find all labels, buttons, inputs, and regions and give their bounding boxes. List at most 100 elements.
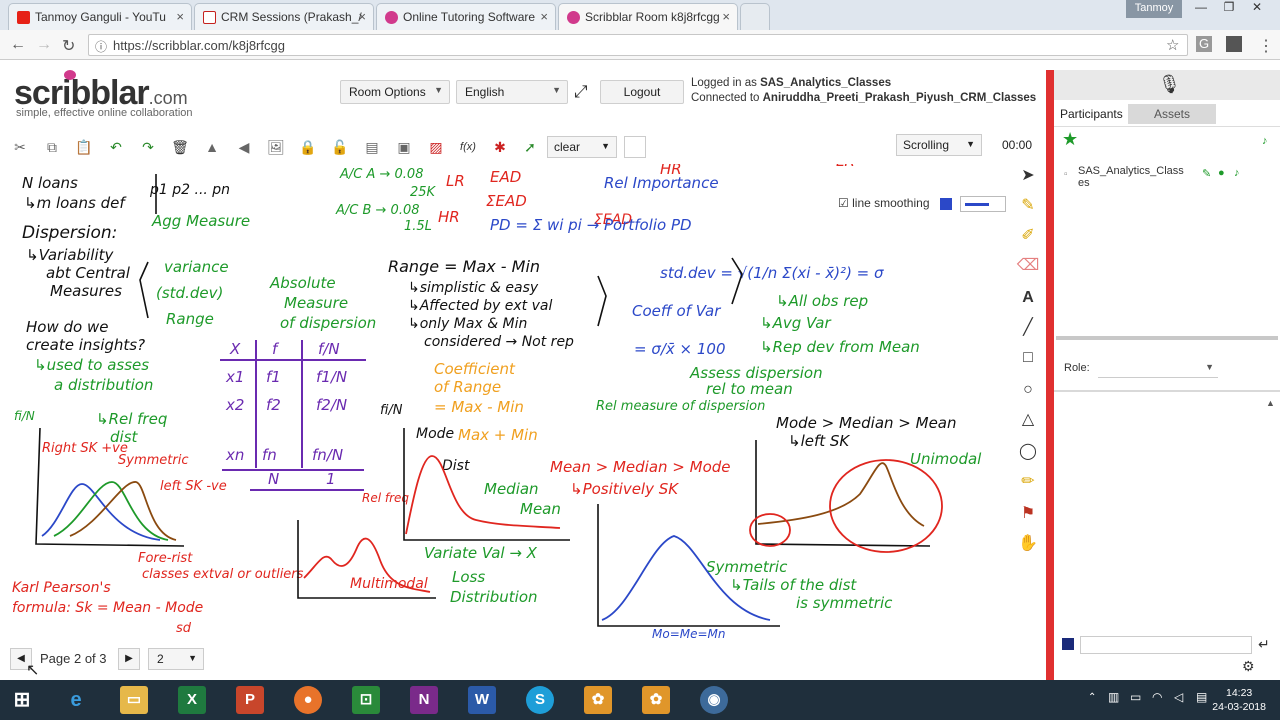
- undo-icon[interactable]: ↶: [106, 137, 126, 157]
- pencil-icon[interactable]: ✎: [1202, 167, 1211, 180]
- system-clock[interactable]: 14:23 24-03-2018: [1212, 686, 1266, 714]
- close-icon[interactable]: ×: [176, 9, 184, 24]
- ellipse-tool-icon[interactable]: ◯: [1016, 440, 1040, 464]
- logout-button[interactable]: Logout: [600, 80, 684, 104]
- text-tool-icon[interactable]: A: [1016, 286, 1040, 310]
- tab-gmail[interactable]: CRM Sessions (Prakash_/ ×: [194, 3, 374, 30]
- graph-icon[interactable]: ✱: [490, 137, 510, 157]
- image-icon[interactable]: 🖼: [266, 137, 286, 157]
- word-icon[interactable]: W: [468, 686, 496, 714]
- chat-icon[interactable]: ●: [1218, 167, 1225, 179]
- menu-icon[interactable]: ⋮: [1258, 36, 1274, 56]
- eraser-icon[interactable]: ⌫: [1016, 254, 1040, 278]
- stamp-icon[interactable]: ⚑: [1016, 502, 1040, 526]
- send-back-icon[interactable]: ◀: [234, 137, 254, 157]
- fullscreen-icon[interactable]: ⤢: [574, 82, 588, 102]
- tab-youtube[interactable]: Tanmoy Ganguli - YouTu ×: [8, 3, 192, 30]
- highlighter-icon[interactable]: ✏: [1016, 470, 1040, 494]
- paste-icon[interactable]: 📋: [74, 137, 94, 157]
- forward-icon[interactable]: →: [36, 36, 52, 54]
- color-swatch[interactable]: [624, 136, 646, 158]
- triangle-tool-icon[interactable]: △: [1016, 408, 1040, 432]
- reload-icon[interactable]: ↻: [62, 36, 75, 56]
- equation-icon[interactable]: f(x): [458, 137, 478, 157]
- wifi-icon[interactable]: ◠: [1152, 690, 1162, 704]
- rectangle-tool-icon[interactable]: □: [1016, 346, 1040, 370]
- screenshot-icon[interactable]: ▣: [394, 137, 414, 157]
- scroll-mode-dropdown[interactable]: Scrolling ▼: [896, 134, 982, 156]
- language-dropdown[interactable]: English ▼: [456, 80, 568, 104]
- close-window-icon[interactable]: ✕: [1242, 0, 1272, 18]
- store-icon[interactable]: ⊡: [352, 686, 380, 714]
- minimize-icon[interactable]: —: [1186, 0, 1216, 18]
- powerpoint-icon[interactable]: P: [236, 686, 264, 714]
- battery-icon[interactable]: ▭: [1130, 690, 1141, 704]
- pan-hand-icon[interactable]: ✋: [1016, 532, 1040, 556]
- circle-tool-icon[interactable]: ○: [1016, 378, 1040, 402]
- pointer-icon[interactable]: ➚: [520, 137, 540, 157]
- back-icon[interactable]: ←: [10, 36, 26, 54]
- bring-front-icon[interactable]: ▲: [202, 137, 222, 157]
- tab-scribblar-room[interactable]: Scribblar Room k8j8rfcgg ×: [558, 3, 738, 30]
- chat-color-swatch[interactable]: [1062, 638, 1074, 650]
- delete-icon[interactable]: 🗑: [170, 137, 190, 157]
- scrollbar[interactable]: [1056, 336, 1278, 340]
- note-text: ↳Variability: [26, 246, 114, 264]
- stroke-color-swatch[interactable]: [940, 198, 952, 210]
- redo-icon[interactable]: ↷: [138, 137, 158, 157]
- pencil-icon[interactable]: ✎: [1016, 194, 1040, 218]
- unlock-icon[interactable]: 🔓: [330, 137, 350, 157]
- copy-icon[interactable]: ⧉: [42, 137, 62, 157]
- skype-icon[interactable]: S: [526, 686, 554, 714]
- network-icon[interactable]: ▥: [1108, 690, 1119, 704]
- extension-icon[interactable]: [1226, 36, 1242, 52]
- profile-button[interactable]: Tanmoy: [1126, 0, 1182, 18]
- url-input[interactable]: ⓘ https://scribblar.com/k8j8rfcgg: [88, 34, 1188, 56]
- microphone-icon[interactable]: ♪: [1234, 167, 1240, 179]
- microphone-icon[interactable]: 🎙: [1158, 74, 1181, 95]
- app-icon[interactable]: ✿: [584, 686, 612, 714]
- bookmark-star-icon[interactable]: ☆: [1166, 36, 1179, 54]
- room-options-dropdown[interactable]: Room Options ▼: [340, 80, 450, 104]
- chat-input[interactable]: [1080, 636, 1252, 654]
- excel-icon[interactable]: X: [178, 686, 206, 714]
- firefox-icon[interactable]: ●: [294, 686, 322, 714]
- gear-icon[interactable]: ⚙: [1242, 658, 1255, 675]
- chevron-up-icon[interactable]: ⌃: [1088, 692, 1096, 703]
- extension-icon[interactable]: G: [1196, 36, 1212, 52]
- participant-name[interactable]: SAS_Analytics_Classes: [1078, 165, 1188, 189]
- windows-start-icon[interactable]: ⊞: [8, 686, 36, 714]
- clear-dropdown[interactable]: clear ▼: [547, 136, 617, 158]
- keyboard-icon[interactable]: ▤: [1196, 690, 1207, 704]
- new-tab-button[interactable]: [740, 3, 770, 30]
- tab-assets[interactable]: Assets: [1128, 104, 1216, 124]
- onenote-icon[interactable]: N: [410, 686, 438, 714]
- pdf-icon[interactable]: ▨: [426, 137, 446, 157]
- restore-icon[interactable]: ❐: [1214, 0, 1244, 18]
- tab-participants[interactable]: Participants: [1054, 104, 1129, 124]
- line-smoothing-control[interactable]: ☑ line smoothing: [838, 196, 930, 210]
- close-icon[interactable]: ×: [540, 9, 548, 24]
- app-icon[interactable]: ✿: [642, 686, 670, 714]
- checkbox-icon[interactable]: ☑: [838, 196, 849, 210]
- line-tool-icon[interactable]: ╱: [1016, 316, 1040, 340]
- send-icon[interactable]: ↵: [1258, 636, 1270, 653]
- marker-icon[interactable]: ✐: [1016, 224, 1040, 248]
- volume-icon[interactable]: ◁: [1174, 690, 1183, 704]
- next-page-button[interactable]: ▶: [118, 648, 140, 670]
- document-icon[interactable]: ▤: [362, 137, 382, 157]
- lock-icon[interactable]: 🔒: [298, 137, 318, 157]
- stroke-width-stepper[interactable]: [960, 196, 1006, 212]
- chevron-up-icon[interactable]: ▲: [1266, 398, 1275, 408]
- role-dropdown[interactable]: ▼: [1098, 358, 1218, 378]
- internet-explorer-icon[interactable]: e: [62, 686, 90, 714]
- tab-tutoring[interactable]: Online Tutoring Software ×: [376, 3, 556, 30]
- close-icon[interactable]: ×: [722, 9, 730, 24]
- cut-icon[interactable]: ✂: [10, 137, 30, 157]
- select-cursor-icon[interactable]: ➤: [1016, 164, 1040, 188]
- chrome-icon[interactable]: ◉: [700, 686, 728, 714]
- whiteboard-canvas[interactable]: N loans ↳m loans def Dispersion: ↳Variab…: [0, 164, 1010, 638]
- close-icon[interactable]: ×: [358, 9, 366, 24]
- file-explorer-icon[interactable]: ▭: [120, 686, 148, 714]
- page-select[interactable]: 2 ▼: [148, 648, 204, 670]
